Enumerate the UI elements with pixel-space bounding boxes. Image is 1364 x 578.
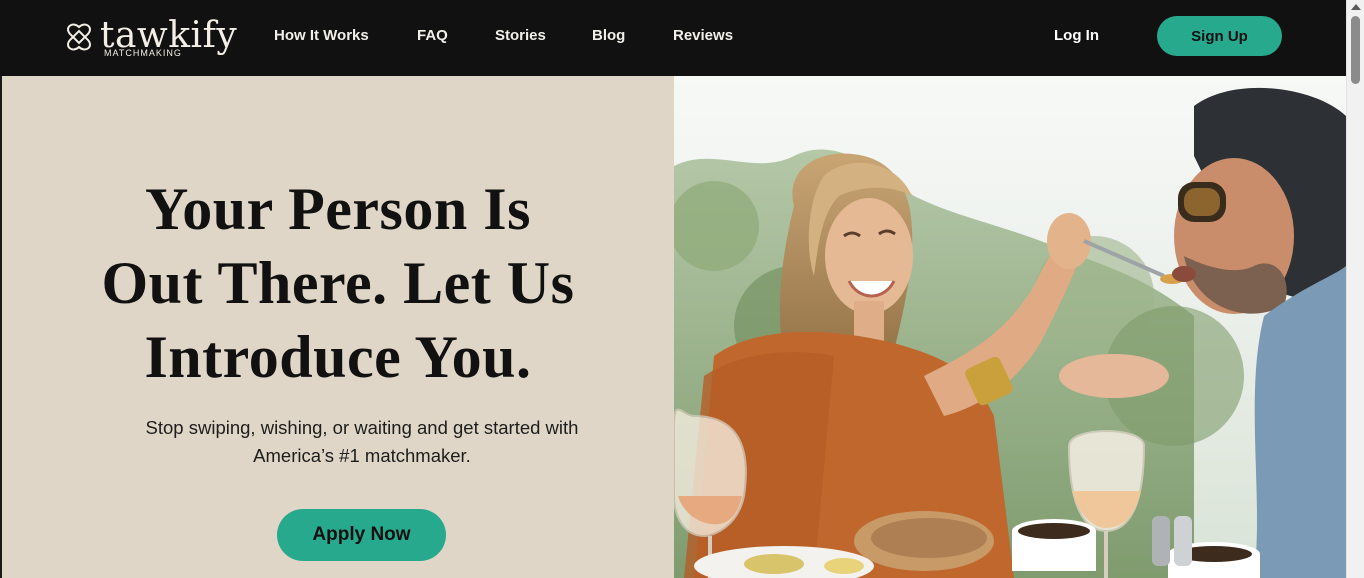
login-link[interactable]: Log In — [1054, 26, 1099, 46]
vertical-scrollbar[interactable] — [1346, 0, 1364, 578]
hero-subtitle: Stop swiping, wishing, or waiting and ge… — [2, 414, 722, 470]
hero-title-line: Out There. Let Us — [101, 250, 575, 316]
nav-link-faq[interactable]: FAQ — [417, 26, 448, 46]
brand-tagline: MATCHMAKING — [104, 48, 182, 58]
hero-title: Your Person Is Out There. Let Us Introdu… — [0, 172, 698, 394]
nav-link-reviews[interactable]: Reviews — [673, 26, 733, 46]
hero-subtitle-line: America’s #1 matchmaker. — [253, 445, 471, 466]
hero-title-line: Your Person Is — [145, 176, 531, 242]
scroll-up-arrow-icon[interactable] — [1351, 4, 1361, 10]
nav-link-blog[interactable]: Blog — [592, 26, 625, 46]
signup-button[interactable]: Sign Up — [1157, 16, 1282, 56]
hero-couple-photo — [674, 76, 1346, 578]
hero-title-line: Introduce You. — [144, 324, 532, 390]
nav-link-how-it-works[interactable]: How It Works — [274, 26, 369, 46]
apply-now-button[interactable]: Apply Now — [277, 509, 446, 561]
scrollbar-thumb[interactable] — [1351, 16, 1360, 84]
hero-text-panel: Your Person Is Out There. Let Us Introdu… — [2, 76, 674, 578]
interlocking-hearts-icon — [67, 23, 91, 51]
hero-subtitle-line: Stop swiping, wishing, or waiting and ge… — [145, 417, 579, 438]
nav-link-stories[interactable]: Stories — [495, 26, 546, 46]
top-navigation: tawkify MATCHMAKING How It Works FAQ Sto… — [0, 0, 1346, 76]
tawkify-logo[interactable]: tawkify MATCHMAKING — [64, 14, 237, 64]
couple-dining-image — [674, 76, 1346, 578]
